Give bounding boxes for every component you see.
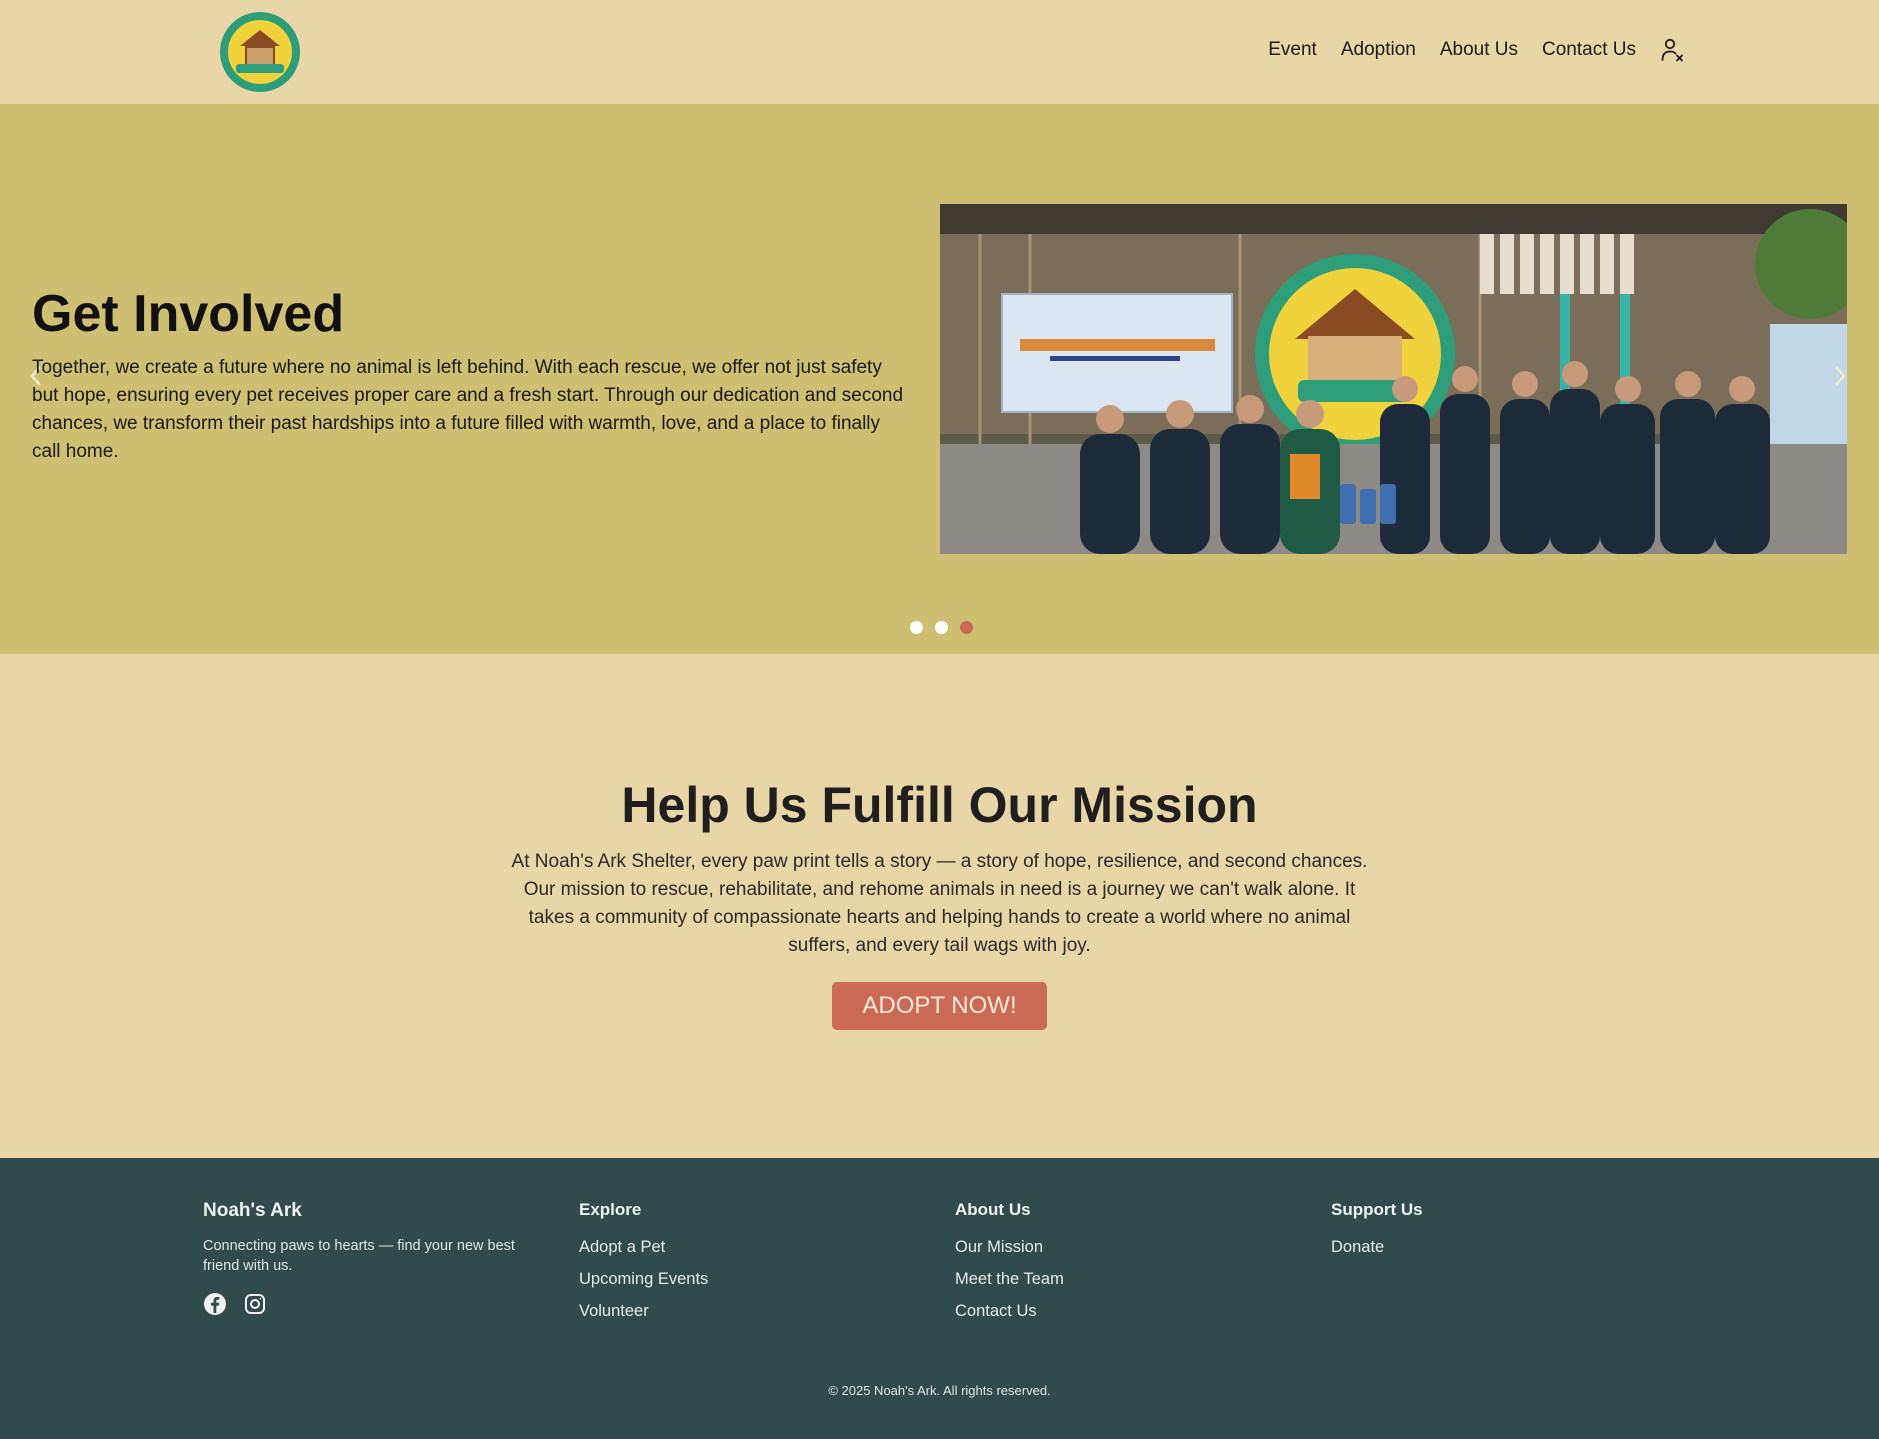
footer: Noah's Ark Connecting paws to hearts — f… [0, 1158, 1879, 1439]
mission-description: At Noah's Ark Shelter, every paw print t… [511, 851, 1368, 956]
carousel-dot-3[interactable] [960, 621, 973, 634]
social-links [203, 1292, 553, 1316]
carousel-dot-1[interactable] [910, 621, 923, 634]
hero-title: Get Involved [32, 285, 345, 343]
chevron-right-icon [1835, 366, 1846, 386]
facebook-icon[interactable] [203, 1292, 227, 1316]
footer-link-meet-the-team[interactable]: Meet the Team [955, 1270, 1064, 1290]
carousel-dot-2[interactable] [935, 621, 948, 634]
footer-link-contact-us[interactable]: Contact Us [955, 1302, 1064, 1322]
user-x-icon[interactable] [1660, 37, 1684, 63]
footer-link-our-mission[interactable]: Our Mission [955, 1238, 1064, 1258]
instagram-icon[interactable] [243, 1292, 267, 1316]
main-nav: Event Adoption About Us Contact Us [1268, 37, 1684, 63]
mission-title: Help Us Fulfill Our Mission [621, 777, 1258, 833]
footer-col-explore: Explore Adopt a Pet Upcoming Events Volu… [579, 1200, 708, 1334]
footer-tagline: Connecting paws to hearts — find your ne… [203, 1238, 515, 1274]
copyright-text: © 2025 Noah's Ark. All rights reserved. [828, 1383, 1051, 1398]
group-photo-image [940, 204, 1847, 554]
footer-heading-support-us: Support Us [1331, 1200, 1423, 1219]
nav-link-contact-us[interactable]: Contact Us [1542, 39, 1636, 61]
carousel-next-button[interactable] [1830, 364, 1850, 390]
footer-link-adopt-a-pet[interactable]: Adopt a Pet [579, 1238, 708, 1258]
carousel-indicators [910, 621, 973, 634]
logo[interactable] [220, 12, 300, 92]
footer-brand: Noah's Ark Connecting paws to hearts — f… [203, 1200, 553, 1316]
navbar: Event Adoption About Us Contact Us [0, 0, 1879, 104]
footer-heading-about-us: About Us [955, 1200, 1031, 1219]
mission-section: Help Us Fulfill Our Mission At Noah's Ar… [0, 654, 1879, 1158]
footer-col-support-us: Support Us Donate [1331, 1200, 1423, 1270]
nav-link-adoption[interactable]: Adoption [1341, 39, 1416, 61]
footer-list-about-us: Our Mission Meet the Team Contact Us [955, 1238, 1064, 1322]
nav-link-event[interactable]: Event [1268, 39, 1317, 61]
footer-list-support-us: Donate [1331, 1238, 1423, 1258]
footer-link-donate[interactable]: Donate [1331, 1238, 1423, 1258]
hero-photo [940, 204, 1847, 554]
footer-link-upcoming-events[interactable]: Upcoming Events [579, 1270, 708, 1290]
footer-list-explore: Adopt a Pet Upcoming Events Volunteer [579, 1238, 708, 1322]
hero-description: Together, we create a future where no an… [32, 357, 904, 462]
adopt-now-button[interactable]: ADOPT NOW! [832, 982, 1047, 1030]
nav-link-about-us[interactable]: About Us [1440, 39, 1518, 61]
hero-carousel: Get Involved Together, we create a futur… [0, 104, 1879, 654]
footer-col-about-us: About Us Our Mission Meet the Team Conta… [955, 1200, 1064, 1334]
footer-heading-explore: Explore [579, 1200, 642, 1219]
logo-emblem [228, 20, 292, 84]
footer-brand-name: Noah's Ark [203, 1200, 302, 1221]
footer-link-volunteer[interactable]: Volunteer [579, 1302, 708, 1322]
